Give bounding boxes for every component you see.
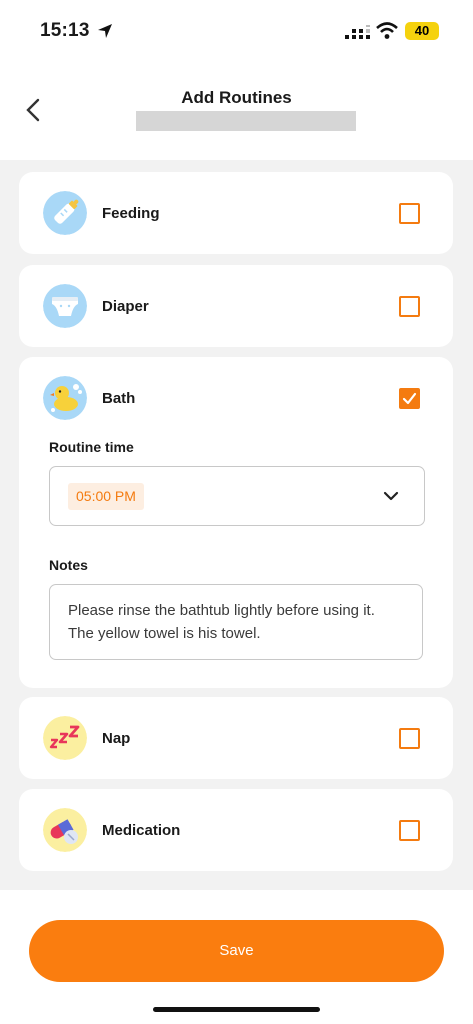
cellular-signal-icon	[345, 25, 370, 39]
routine-label: Bath	[102, 390, 136, 407]
notes-textarea[interactable]: Please rinse the bathtub lightly before …	[49, 584, 423, 660]
routine-time-label: Routine time	[49, 439, 134, 455]
pill-icon	[43, 808, 87, 852]
wifi-icon	[376, 22, 398, 39]
routine-card-bath[interactable]: Bath Routine time 05:00 PM Notes Please …	[19, 357, 453, 688]
notes-label: Notes	[49, 557, 88, 573]
chevron-down-icon	[383, 491, 399, 501]
baby-bottle-icon	[43, 191, 87, 235]
rubber-duck-icon	[43, 376, 87, 420]
location-arrow-icon	[98, 24, 112, 38]
zzz-icon	[43, 716, 87, 760]
routine-card-feeding[interactable]: Feeding	[19, 172, 453, 254]
routine-card-medication[interactable]: Medication	[19, 789, 453, 871]
routine-label: Medication	[102, 822, 181, 839]
status-time: 15:13	[40, 20, 90, 41]
battery-indicator: 40	[405, 22, 439, 40]
home-indicator	[153, 1007, 320, 1012]
diaper-icon	[43, 284, 87, 328]
routine-label: Nap	[102, 730, 131, 747]
checkmark-icon	[402, 392, 417, 405]
medication-checkbox[interactable]	[399, 820, 420, 841]
redacted-subtitle	[136, 111, 356, 131]
routine-card-nap[interactable]: Nap	[19, 697, 453, 779]
routine-card-diaper[interactable]: Diaper	[19, 265, 453, 347]
diaper-checkbox[interactable]	[399, 296, 420, 317]
routine-label: Diaper	[102, 298, 149, 315]
status-bar: 15:13 40	[0, 0, 473, 62]
routine-time-value: 05:00 PM	[68, 483, 144, 510]
page-title: Add Routines	[181, 88, 292, 107]
header: Add Routines	[0, 62, 473, 160]
bath-checkbox[interactable]	[399, 388, 420, 409]
nap-checkbox[interactable]	[399, 728, 420, 749]
feeding-checkbox[interactable]	[399, 203, 420, 224]
footer: Save	[0, 890, 473, 1024]
routine-time-select[interactable]: 05:00 PM	[49, 466, 425, 526]
save-button[interactable]: Save	[29, 920, 444, 982]
routine-label: Feeding	[102, 205, 160, 222]
